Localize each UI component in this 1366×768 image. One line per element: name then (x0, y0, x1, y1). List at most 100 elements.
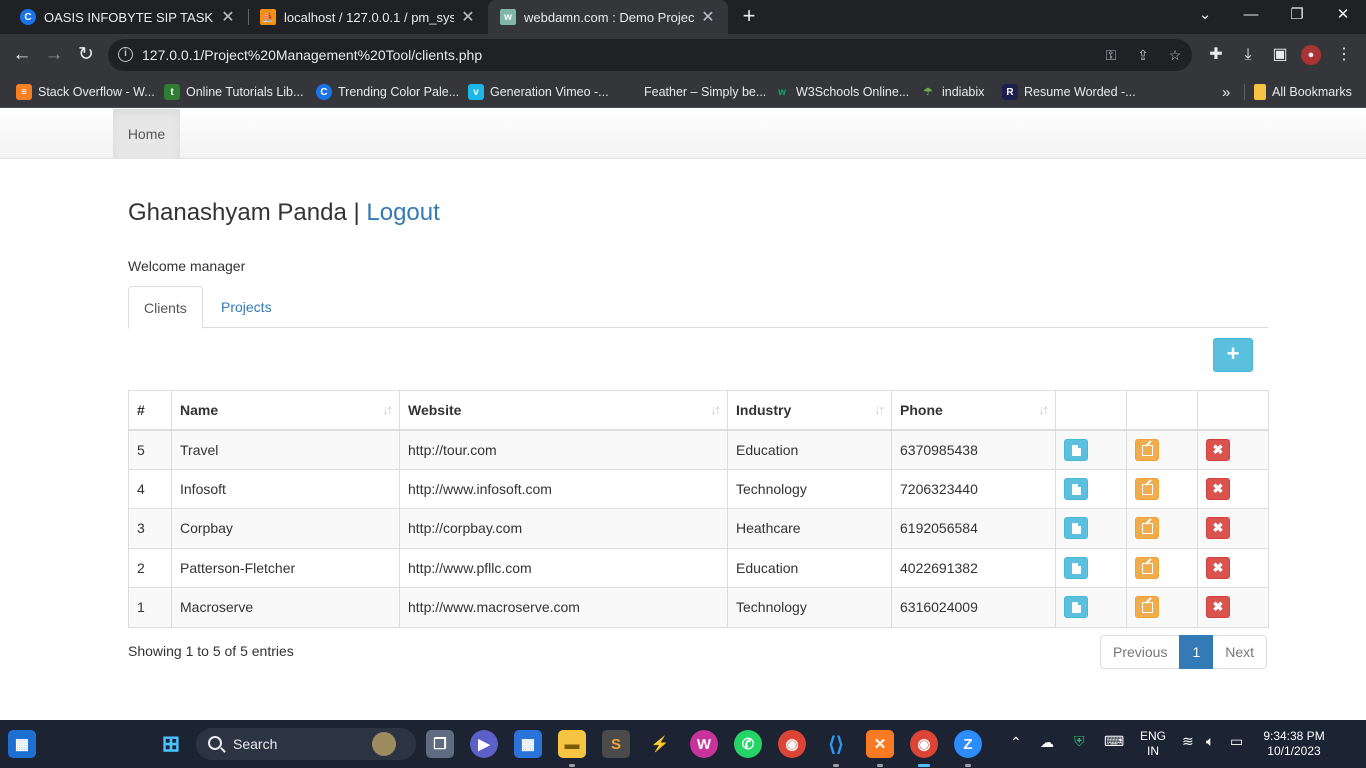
bookmark-w3schools[interactable]: w W3Schools Online... (774, 82, 909, 102)
task-view-icon[interactable]: ❐ (426, 730, 454, 758)
zoom-icon[interactable]: Z (954, 730, 982, 758)
cell-name: Travel (171, 429, 400, 470)
search-label: Search (233, 736, 278, 752)
close-tab-icon[interactable]: ✕ (460, 7, 476, 27)
col-header-phone[interactable]: Phone ↓↑ (891, 390, 1056, 431)
bookmark-vimeo[interactable]: v Generation Vimeo -... (468, 82, 609, 102)
profile-avatar[interactable]: ● (1301, 45, 1321, 65)
new-tab-button[interactable]: + (738, 4, 760, 28)
delete-button[interactable]: ✖ (1206, 517, 1230, 540)
bookmark-tutorialspoint[interactable]: t Online Tutorials Lib... (164, 82, 303, 102)
site-info-icon[interactable]: i (118, 47, 133, 62)
view-button[interactable] (1064, 596, 1088, 619)
widgets-icon[interactable]: ▦ (8, 730, 36, 758)
sort-icon: ↓↑ (382, 402, 393, 417)
volume-icon[interactable]: 🔈︎ (1206, 733, 1214, 750)
extensions-puzzle-icon[interactable]: ✚ (1206, 45, 1226, 65)
cell-id: 5 (128, 429, 172, 470)
bookmark-label: indiabix (942, 85, 985, 99)
col-header-id[interactable]: # (128, 390, 172, 431)
more-bookmarks-chevron-icon[interactable]: » (1222, 82, 1230, 102)
security-shield-icon[interactable]: ⛨ (1074, 733, 1085, 750)
col-header-website[interactable]: Website ↓↑ (399, 390, 728, 431)
bookmark-resumeworded[interactable]: R Resume Worded -... (1002, 82, 1136, 102)
edit-button[interactable] (1135, 477, 1159, 500)
close-window-button[interactable]: ✕ (1320, 0, 1366, 34)
teams-chat-icon[interactable]: ▶ (470, 730, 498, 758)
feather-icon (622, 84, 638, 100)
delete-button[interactable]: ✖ (1206, 477, 1230, 500)
tab-clients[interactable]: Clients (128, 286, 203, 329)
bookmark-feather[interactable]: Feather – Simply be... (622, 82, 766, 102)
microsoft-store-icon[interactable]: ▦ (514, 730, 542, 758)
running-indicator (965, 764, 971, 767)
delete-button[interactable]: ✖ (1206, 556, 1230, 579)
pagination-next[interactable]: Next (1212, 635, 1268, 669)
tab-projects[interactable]: Projects (206, 286, 287, 328)
keyboard-icon[interactable]: ⌨ (1104, 733, 1124, 750)
vscode-icon[interactable]: ⟨⟩ (822, 730, 850, 758)
pagination-page-1[interactable]: 1 (1179, 635, 1214, 669)
bookmark-star-icon[interactable]: ☆ (1166, 47, 1184, 63)
cell-edit (1126, 547, 1198, 588)
nav-home-link[interactable]: Home (113, 109, 180, 159)
view-button[interactable] (1064, 438, 1088, 461)
logout-link[interactable]: Logout (366, 199, 439, 226)
view-button[interactable] (1064, 477, 1088, 500)
chrome-icon[interactable]: ◉ (778, 730, 806, 758)
wps-office-icon[interactable]: W (690, 730, 718, 758)
menu-kebab-icon[interactable]: ⋮ (1334, 45, 1354, 65)
bookmark-stackoverflow[interactable]: ≡ Stack Overflow - W... (16, 82, 155, 102)
reload-icon[interactable]: ↻ (72, 41, 100, 69)
col-header-name[interactable]: Name ↓↑ (171, 390, 400, 431)
edit-button[interactable] (1135, 556, 1159, 579)
bookmark-indiabix[interactable]: ☂ indiabix (920, 82, 985, 102)
taskbar-search-box[interactable]: Search (196, 728, 416, 760)
file-explorer-icon[interactable]: ▬ (558, 730, 586, 758)
onedrive-cloud-icon[interactable]: ☁ (1040, 734, 1054, 751)
delete-button[interactable]: ✖ (1206, 596, 1230, 619)
col-header-industry[interactable]: Industry ↓↑ (727, 390, 892, 431)
xampp-icon[interactable]: ✕ (866, 730, 894, 758)
bookmark-coolors[interactable]: C Trending Color Pale... (316, 82, 459, 102)
view-button[interactable] (1064, 517, 1088, 540)
wifi-icon[interactable]: ≋ (1182, 733, 1194, 750)
side-panel-icon[interactable]: ▣ (1270, 45, 1290, 65)
web-page: Home Ghanashyam Panda | Logout Welcome m… (0, 109, 1366, 720)
forward-arrow-icon[interactable]: → (40, 41, 68, 69)
close-tab-icon[interactable]: ✕ (220, 7, 236, 27)
download-icon[interactable]: ⤓ (1238, 45, 1258, 65)
key-icon[interactable]: ⚿ (1102, 47, 1120, 63)
share-icon[interactable]: ⇪ (1134, 47, 1152, 63)
browser-tab-3-active[interactable]: w webdamn.com : Demo Project M ✕ (488, 0, 728, 34)
stackoverflow-icon: ≡ (16, 84, 32, 100)
sublime-text-icon[interactable]: S (602, 730, 630, 758)
battery-icon[interactable]: ▭ (1230, 733, 1243, 750)
bookmark-all-bookmarks[interactable]: All Bookmarks (1244, 82, 1352, 102)
browser-tab-1[interactable]: C OASIS INFOBYTE SIP TASK LIST ✕ (8, 0, 248, 34)
whatsapp-icon[interactable]: ✆ (734, 730, 762, 758)
chrome-profile-icon[interactable]: ◉ (910, 730, 938, 758)
delete-button[interactable]: ✖ (1206, 438, 1230, 461)
show-hidden-icons-chevron[interactable]: ⌃ (1010, 734, 1022, 751)
add-client-button[interactable]: + (1213, 338, 1253, 372)
browser-tab-2[interactable]: ⛵ localhost / 127.0.0.1 / pm_system ✕ (248, 0, 488, 34)
close-tab-icon[interactable]: ✕ (700, 7, 716, 27)
back-arrow-icon[interactable]: ← (8, 41, 36, 69)
view-button[interactable] (1064, 556, 1088, 579)
cell-view (1055, 429, 1127, 470)
edit-button[interactable] (1135, 438, 1159, 461)
tab-title: OASIS INFOBYTE SIP TASK LIST (44, 9, 214, 25)
language-indicator[interactable]: ENG IN (1136, 729, 1170, 759)
edit-button[interactable] (1135, 596, 1159, 619)
edit-button[interactable] (1135, 517, 1159, 540)
clock[interactable]: 9:34:38 PM 10/1/2023 (1258, 729, 1330, 759)
tab-search-chevron-icon[interactable]: ⌄ (1182, 0, 1228, 34)
windows-start-icon[interactable]: ⊞ (157, 730, 185, 758)
network-app-icon[interactable]: ⚡ (646, 730, 674, 758)
restore-button[interactable]: ❐ (1274, 0, 1320, 34)
heading-separator: | (353, 199, 360, 226)
minimize-button[interactable]: — (1228, 0, 1274, 34)
address-bar[interactable]: i 127.0.0.1/Project%20Management%20Tool/… (108, 39, 1192, 71)
pagination-previous[interactable]: Previous (1100, 635, 1181, 669)
